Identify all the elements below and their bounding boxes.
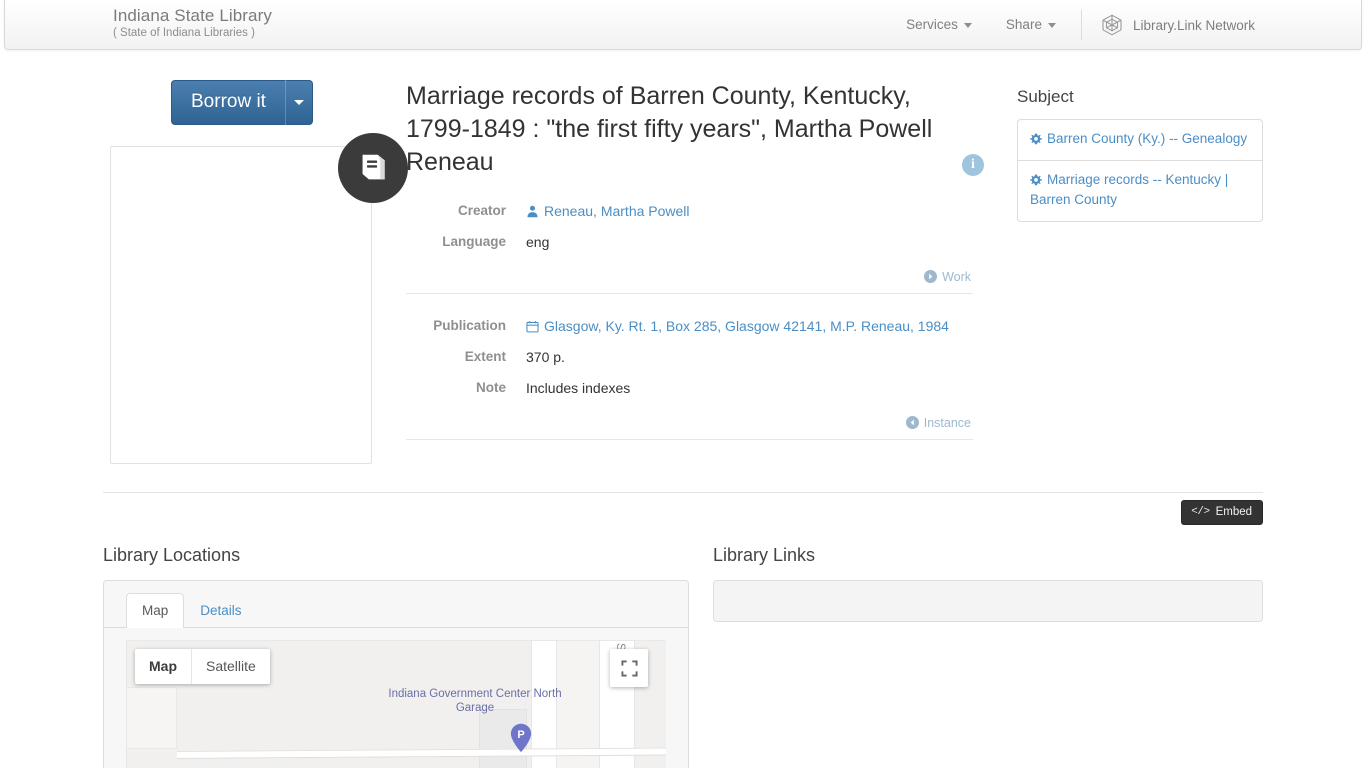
map-place-label: Indiana Government Center North Garage xyxy=(388,688,562,715)
navbar-right-group: Services Share Library.Link Network xyxy=(889,0,1361,50)
subject-list-item[interactable]: Barren County (Ky.) -- Genealogy xyxy=(1018,120,1262,161)
library-locations-panel: Map Details Indiana Government Center No… xyxy=(103,579,689,768)
metadata-label: Note xyxy=(476,379,506,395)
library-links-empty-body xyxy=(714,580,1262,621)
work-link-label: Work xyxy=(942,270,971,285)
instance-metadata-block: Publication Glasgow, Ky. Rt. 1, Box 285,… xyxy=(406,316,973,441)
metadata-label: Extent xyxy=(464,349,506,365)
creator-link[interactable]: Reneau, Martha Powell xyxy=(544,203,690,219)
navbar-divider xyxy=(1080,10,1082,40)
metadata-value: Reneau, Martha Powell xyxy=(526,201,973,223)
work-link[interactable]: Work xyxy=(406,262,973,293)
embed-row: </> Embed xyxy=(103,493,1263,533)
map-type-control: Map Satellite xyxy=(135,649,270,684)
chevron-down-icon xyxy=(963,22,972,28)
metadata-row-language: Language eng xyxy=(406,232,973,254)
chevron-down-icon xyxy=(1047,22,1056,28)
tab-map[interactable]: Map xyxy=(126,592,185,629)
book-icon xyxy=(338,132,408,203)
subject-list: Barren County (Ky.) -- Genealogy Marriag… xyxy=(1017,119,1263,222)
person-icon xyxy=(526,205,539,218)
map-parking-marker[interactable]: P xyxy=(510,723,532,753)
library-link-network-button[interactable]: Library.Link Network xyxy=(1090,13,1361,37)
subject-label: Marriage records -- Kentucky | Barren Co… xyxy=(1030,171,1229,208)
metadata-row-publication: Publication Glasgow, Ky. Rt. 1, Box 285,… xyxy=(406,316,973,338)
record-left-column: Borrow it xyxy=(103,80,408,464)
info-icon[interactable]: i xyxy=(962,154,984,176)
subject-heading: Subject xyxy=(1017,87,1074,106)
embed-button[interactable]: </> Embed xyxy=(1181,500,1263,526)
record-right-column: Subject Barren County (Ky.) -- Genealogy xyxy=(993,80,1263,464)
page-container: Borrow it Marriage records of Barren Cou… xyxy=(103,50,1263,768)
map-building-block xyxy=(127,687,177,750)
cover-image-placeholder xyxy=(110,132,408,464)
nav-share-label: Share xyxy=(1005,17,1042,32)
metadata-row-extent: Extent 370 p. xyxy=(406,347,973,369)
record-title-text: Marriage records of Barren County, Kentu… xyxy=(406,82,933,176)
map-type-map-button[interactable]: Map xyxy=(135,649,191,684)
metadata-divider xyxy=(406,439,973,441)
arrow-left-circle-icon xyxy=(905,416,919,430)
library-locations-heading: Library Locations xyxy=(103,544,241,565)
work-metadata-block: Creator Reneau, Martha Powell Language e… xyxy=(406,201,973,295)
network-label: Library.Link Network xyxy=(1132,17,1255,33)
subject-list-item[interactable]: Marriage records -- Kentucky | Barren Co… xyxy=(1018,161,1262,221)
metadata-value: 370 p. xyxy=(526,349,565,366)
borrow-it-dropdown-toggle[interactable] xyxy=(284,80,313,125)
metadata-divider xyxy=(406,293,973,295)
brand-title: Indiana State Library xyxy=(113,6,272,25)
nav-share-menu[interactable]: Share xyxy=(989,0,1073,50)
record-main-row: Borrow it Marriage records of Barren Cou… xyxy=(103,80,1263,464)
svg-text:P: P xyxy=(517,729,524,741)
map-type-satellite-button[interactable]: Satellite xyxy=(191,649,270,684)
library-links-section: Library Links xyxy=(689,545,1263,768)
google-map[interactable]: Indiana Government Center North Garage P… xyxy=(126,640,666,768)
network-hexagon-icon xyxy=(1100,13,1124,37)
arrow-right-circle-icon xyxy=(924,270,938,284)
page-title: Marriage records of Barren County, Kentu… xyxy=(406,80,984,179)
borrow-button-group: Borrow it xyxy=(171,80,398,125)
code-icon: </> xyxy=(1191,506,1210,519)
calendar-icon xyxy=(526,320,539,333)
chevron-down-icon xyxy=(293,99,304,105)
borrow-it-button[interactable]: Borrow it xyxy=(171,80,285,125)
metadata-value: eng xyxy=(526,233,550,250)
brand-subtitle: ( State of Indiana Libraries ) xyxy=(113,27,255,39)
site-brand[interactable]: Indiana State Library ( State of Indiana… xyxy=(113,7,272,40)
metadata-row-creator: Creator Reneau, Martha Powell xyxy=(406,201,973,223)
metadata-value: Includes indexes xyxy=(526,379,631,396)
gear-icon xyxy=(1030,174,1042,186)
nav-services-menu[interactable]: Services xyxy=(889,0,989,50)
fullscreen-icon[interactable] xyxy=(610,649,648,688)
library-links-panel xyxy=(713,579,1263,622)
subject-label: Barren County (Ky.) -- Genealogy xyxy=(1047,131,1248,146)
instance-link[interactable]: Instance xyxy=(406,408,973,439)
library-links-heading: Library Links xyxy=(713,544,816,565)
metadata-label: Creator xyxy=(457,203,506,218)
instance-link-label: Instance xyxy=(923,416,971,431)
embed-label: Embed xyxy=(1215,506,1252,519)
metadata-label: Language xyxy=(442,233,506,249)
nav-services-label: Services xyxy=(906,17,958,32)
library-locations-section: Library Locations Map Details Indiana Go… xyxy=(103,545,689,768)
publication-link[interactable]: Glasgow, Ky. Rt. 1, Box 285, Glasgow 421… xyxy=(544,318,949,334)
record-center-column: Marriage records of Barren County, Kentu… xyxy=(398,80,993,464)
metadata-value: Glasgow, Ky. Rt. 1, Box 285, Glasgow 421… xyxy=(526,316,973,338)
metadata-row-note: Note Includes indexes xyxy=(406,378,973,400)
bottom-row: Library Locations Map Details Indiana Go… xyxy=(103,545,1263,768)
top-navbar: Indiana State Library ( State of Indiana… xyxy=(4,0,1362,50)
gear-icon xyxy=(1030,133,1042,145)
tab-details[interactable]: Details xyxy=(184,593,257,628)
metadata-label: Publication xyxy=(433,318,506,334)
locations-tab-bar: Map Details xyxy=(104,580,688,629)
